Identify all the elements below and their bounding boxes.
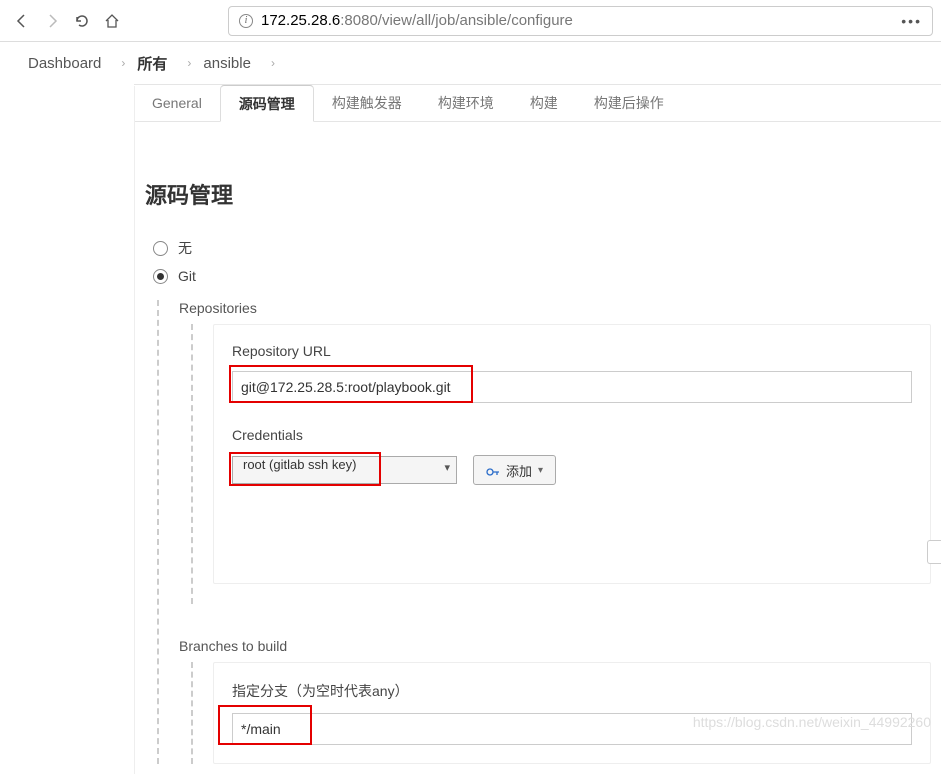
credentials-value: root (gitlab ssh key) xyxy=(243,457,356,472)
chevron-right-icon: › xyxy=(271,56,275,70)
tab-scm[interactable]: 源码管理 xyxy=(220,85,314,122)
dashed-line xyxy=(191,662,193,764)
watermark: https://blog.csdn.net/weixin_44992260 xyxy=(693,714,931,730)
add-credentials-button[interactable]: 添加 ▾ xyxy=(473,455,556,485)
branch-spec-label: 指定分支（为空时代表any） xyxy=(232,681,912,701)
branches-card: 指定分支（为空时代表any） xyxy=(213,662,931,764)
credentials-label: Credentials xyxy=(232,427,912,443)
reload-button[interactable] xyxy=(68,7,96,35)
tab-post-build[interactable]: 构建后操作 xyxy=(576,85,682,121)
tab-general[interactable]: General xyxy=(134,85,220,121)
breadcrumb-all[interactable]: 所有 xyxy=(137,53,167,74)
repo-url-label: Repository URL xyxy=(232,343,912,359)
repository-card: Repository URL Credentials root (gitlab … xyxy=(213,324,931,584)
radio-none-label: 无 xyxy=(178,238,192,258)
dashed-line xyxy=(157,300,159,764)
dashed-line xyxy=(191,324,193,604)
breadcrumb-ansible[interactable]: ansible xyxy=(203,55,251,72)
info-icon: i xyxy=(239,14,253,28)
radio-git[interactable] xyxy=(153,269,168,284)
url-text: 172.25.28.6:8080/view/all/job/ansible/co… xyxy=(261,12,573,29)
scm-none-row[interactable]: 无 xyxy=(153,238,923,258)
content-area: 源码管理 无 Git Repositories Repository URL xyxy=(134,122,941,774)
chevron-down-icon: ▾ xyxy=(538,465,543,476)
section-title: 源码管理 xyxy=(145,178,931,210)
home-button[interactable] xyxy=(98,7,126,35)
tab-triggers[interactable]: 构建触发器 xyxy=(314,85,420,121)
credentials-select[interactable]: root (gitlab ssh key) xyxy=(232,456,457,484)
chevron-right-icon: › xyxy=(121,56,125,70)
chevron-right-icon: › xyxy=(187,56,191,70)
add-button-label: 添加 xyxy=(506,461,532,480)
scm-git-row[interactable]: Git xyxy=(153,268,923,284)
help-toggle[interactable] xyxy=(927,540,941,564)
radio-none[interactable] xyxy=(153,241,168,256)
tab-build-env[interactable]: 构建环境 xyxy=(420,85,512,121)
url-bar[interactable]: i 172.25.28.6:8080/view/all/job/ansible/… xyxy=(228,6,933,36)
breadcrumb: Dashboard › 所有 › ansible › xyxy=(0,42,941,84)
key-icon xyxy=(486,465,500,475)
repo-url-input[interactable] xyxy=(232,371,912,403)
repositories-label: Repositories xyxy=(179,300,931,316)
breadcrumb-dashboard[interactable]: Dashboard xyxy=(28,55,101,72)
tab-build[interactable]: 构建 xyxy=(512,85,576,121)
back-button[interactable] xyxy=(8,7,36,35)
branches-label: Branches to build xyxy=(179,638,931,654)
browser-toolbar: i 172.25.28.6:8080/view/all/job/ansible/… xyxy=(0,0,941,42)
more-icon[interactable]: ••• xyxy=(901,13,922,29)
config-tabs: General 源码管理 构建触发器 构建环境 构建 构建后操作 xyxy=(134,84,941,122)
radio-git-label: Git xyxy=(178,268,196,284)
forward-button[interactable] xyxy=(38,7,66,35)
